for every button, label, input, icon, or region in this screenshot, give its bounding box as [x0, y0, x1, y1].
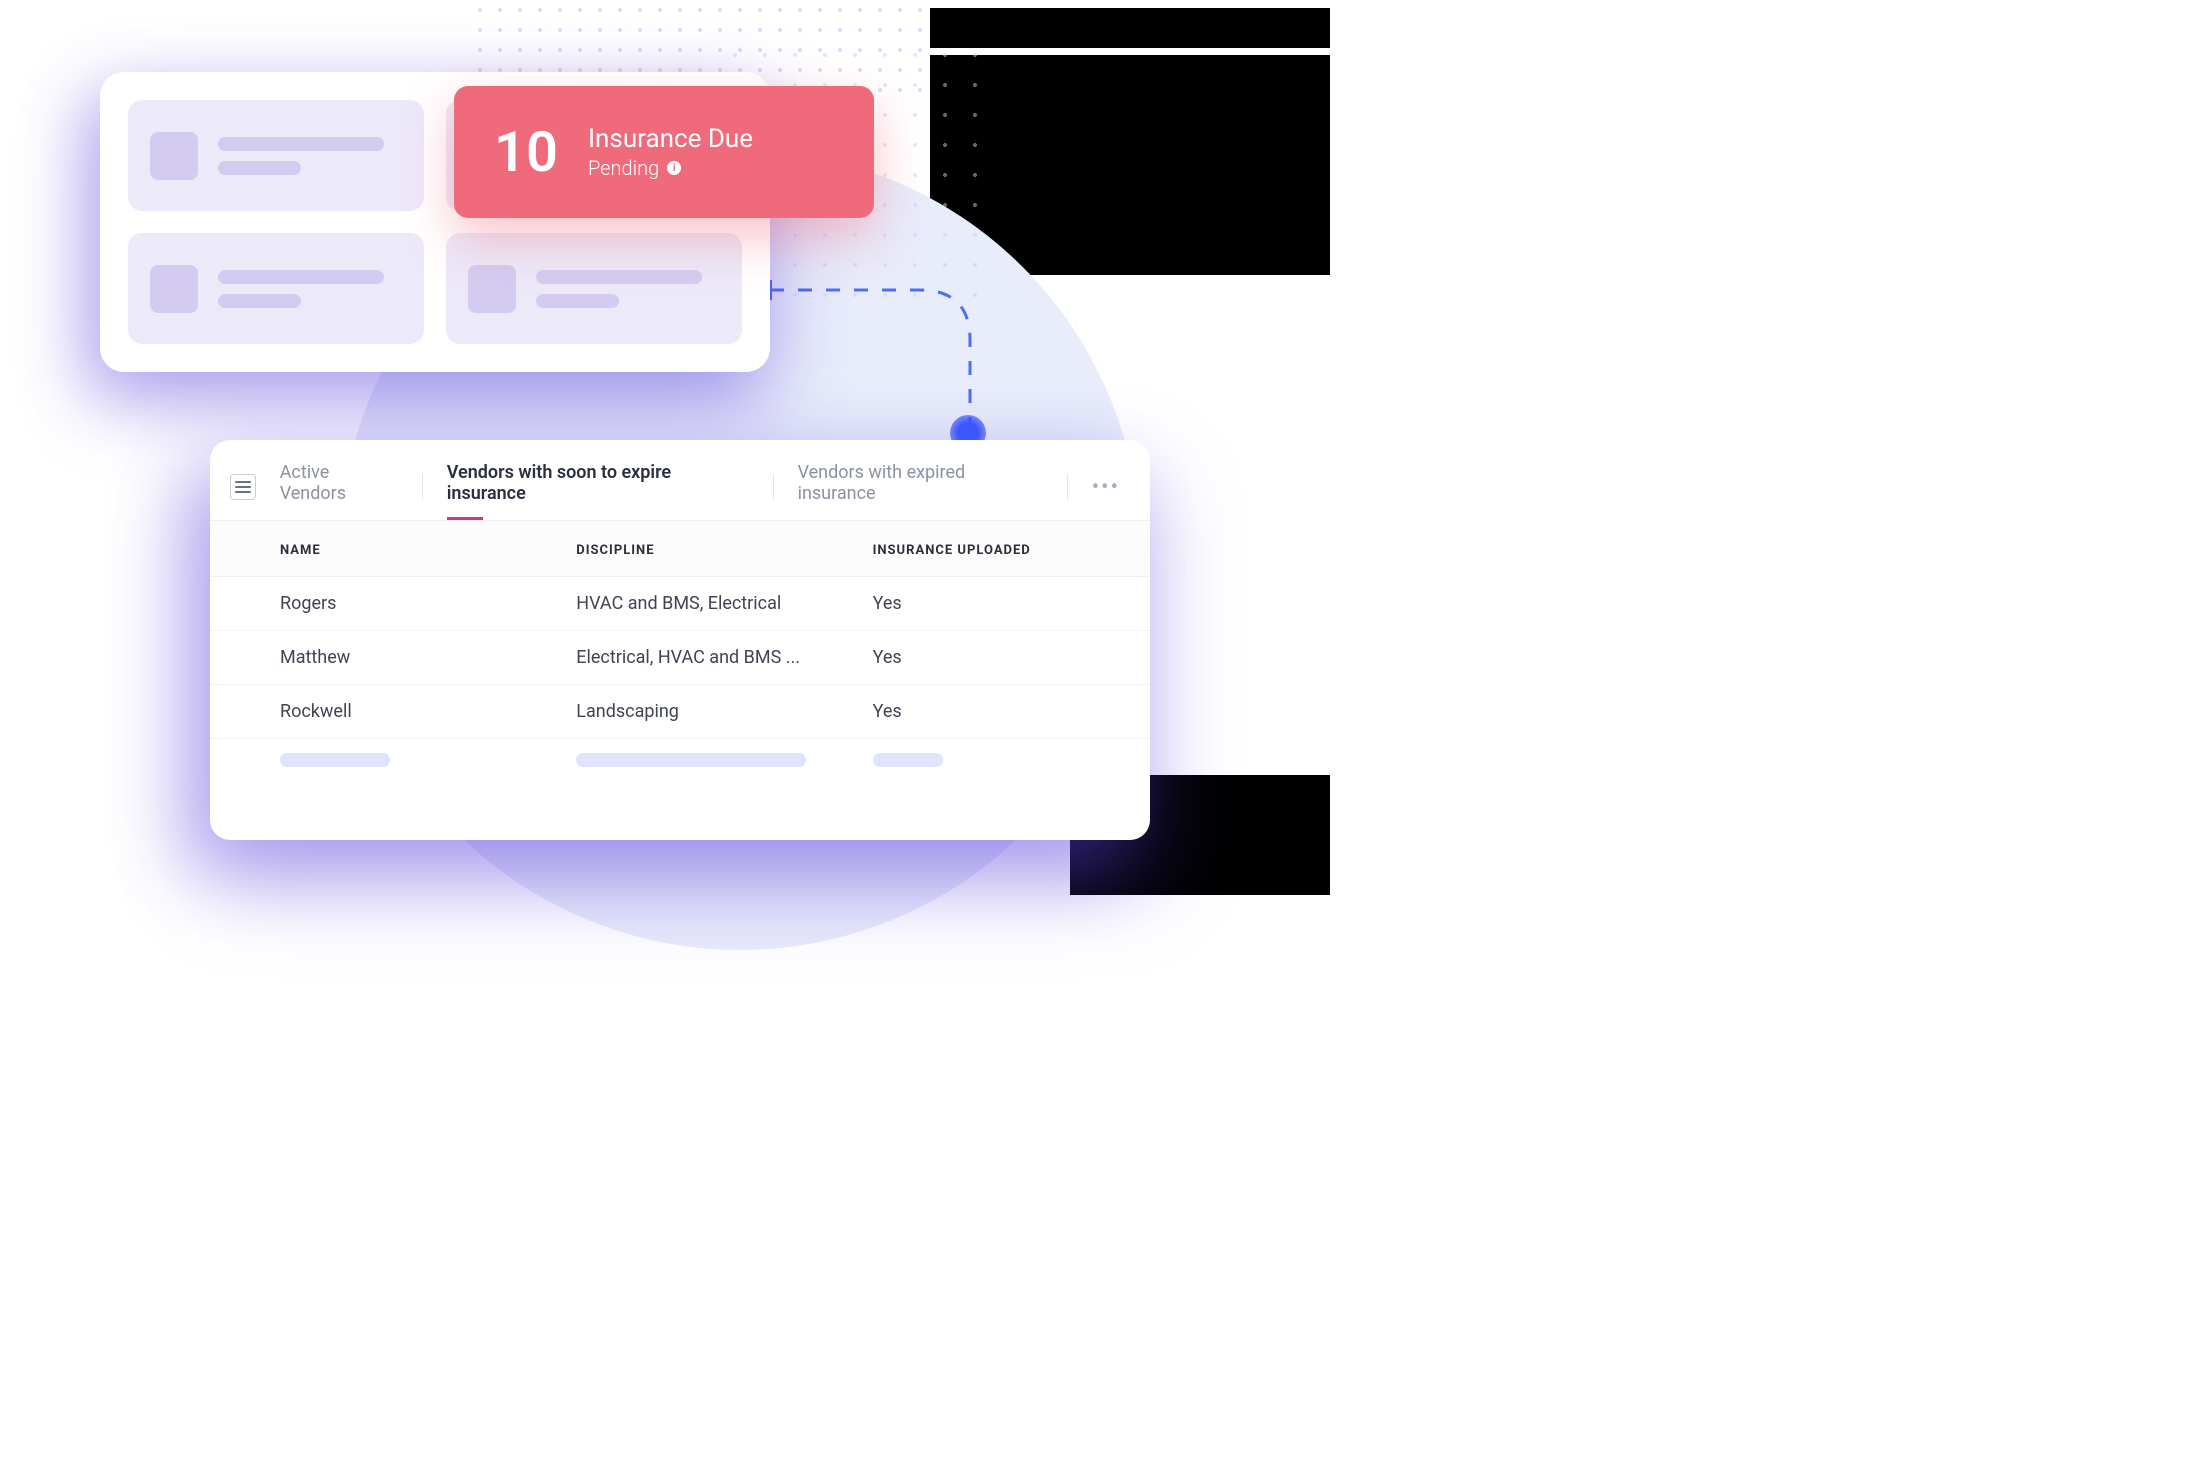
placeholder-icon: [468, 265, 516, 313]
stat-card-placeholder: [446, 233, 742, 344]
alert-count: 10: [494, 119, 558, 185]
cell-insurance: Yes: [873, 593, 1080, 614]
placeholder-icon: [150, 265, 198, 313]
tab-active-vendors[interactable]: Active Vendors: [280, 454, 398, 520]
cell-discipline: Electrical, HVAC and BMS ...: [576, 647, 872, 668]
alert-subtitle: Pending: [588, 156, 659, 180]
placeholder-lines: [536, 270, 720, 308]
tab-soon-expire[interactable]: Vendors with soon to expire insurance: [447, 454, 749, 520]
tab-expired[interactable]: Vendors with expired insurance: [798, 454, 1043, 520]
divider: [773, 474, 774, 500]
cell-insurance: Yes: [873, 701, 1080, 722]
column-header-insurance[interactable]: INSURANCE UPLOADED: [873, 543, 1080, 558]
cell-insurance: Yes: [873, 647, 1080, 668]
insurance-due-alert[interactable]: 10 Insurance Due Pending i: [454, 86, 874, 218]
decorative-black-bar: [930, 8, 1330, 48]
divider: [1067, 474, 1068, 500]
column-header-discipline[interactable]: DISCIPLINE: [576, 543, 872, 558]
placeholder-icon: [150, 132, 198, 180]
divider: [422, 474, 423, 500]
menu-icon[interactable]: [230, 474, 256, 500]
placeholder-pill: [280, 753, 390, 767]
connector-line: [770, 280, 980, 440]
table-row[interactable]: Matthew Electrical, HVAC and BMS ... Yes: [210, 631, 1150, 685]
placeholder-pill: [873, 753, 943, 767]
cell-name: Matthew: [280, 647, 576, 668]
tab-bar: Active Vendors Vendors with soon to expi…: [210, 440, 1150, 521]
vendors-table-panel: Active Vendors Vendors with soon to expi…: [210, 440, 1150, 840]
table-row[interactable]: Rockwell Landscaping Yes: [210, 685, 1150, 739]
table-header-row: NAME DISCIPLINE INSURANCE UPLOADED: [210, 521, 1150, 577]
more-options-icon[interactable]: •••: [1092, 475, 1130, 500]
cell-discipline: HVAC and BMS, Electrical: [576, 593, 872, 614]
stat-card-placeholder: [128, 233, 424, 344]
placeholder-lines: [218, 270, 402, 308]
placeholder-pill: [576, 753, 806, 767]
cell-name: Rockwell: [280, 701, 576, 722]
cell-discipline: Landscaping: [576, 701, 872, 722]
table-row-placeholder: [210, 739, 1150, 781]
alert-title: Insurance Due: [588, 124, 753, 154]
info-icon[interactable]: i: [667, 161, 681, 175]
stat-card-placeholder: [128, 100, 424, 211]
cell-name: Rogers: [280, 593, 576, 614]
placeholder-lines: [218, 137, 402, 175]
column-header-name[interactable]: NAME: [280, 543, 576, 558]
table-row[interactable]: Rogers HVAC and BMS, Electrical Yes: [210, 577, 1150, 631]
